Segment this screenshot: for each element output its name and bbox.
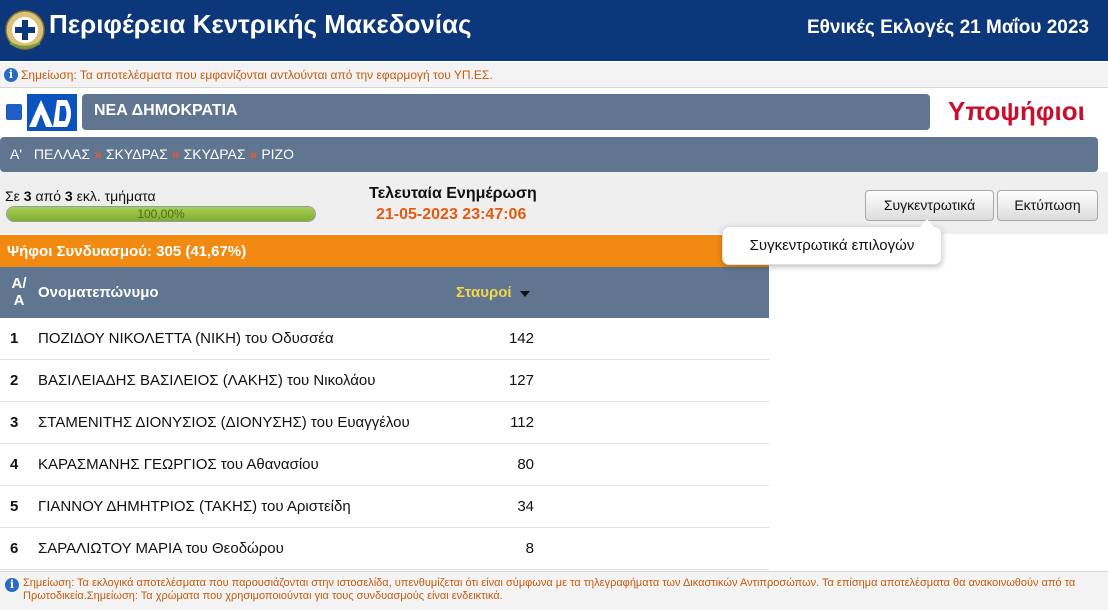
total-stations: 3 <box>64 188 73 204</box>
candidate-votes: 80 <box>517 456 534 473</box>
candidates-table: 1 ΠΟΖΙΔΟΥ ΝΙΚΟΛΕΤΤΑ (ΝΙΚΗ) του Οδυσσέα 1… <box>0 318 769 570</box>
table-row: 3 ΣΤΑΜΕΝΙΤΗΣ ΔΙΟΝΥΣΙΟΣ (ΔΙΟΝΥΣΗΣ) του Ευ… <box>0 402 769 444</box>
legal-notice: i Σημείωση: Τα εκλογικά αποτελέσματα που… <box>0 571 1108 610</box>
breadcrumb-separator: » <box>94 146 102 162</box>
candidate-name: ΣΑΡΑΛΙΩΤΟΥ ΜΑΡΙΑ του Θεοδώρου <box>38 540 284 557</box>
sort-desc-icon[interactable] <box>520 291 530 297</box>
breadcrumb-separator: » <box>249 146 258 162</box>
candidate-votes: 127 <box>508 372 534 389</box>
candidate-name: ΚΑΡΑΣΜΑΝΗΣ ΓΕΩΡΓΙΟΣ του Αθανασίου <box>38 456 319 473</box>
print-button[interactable]: Εκτύπωση <box>997 190 1098 221</box>
candidate-name: ΒΑΣΙΛΕΙΑΔΗΣ ΒΑΣΙΛΕΙΟΣ (ΛΑΚΗΣ) του Νικολά… <box>38 372 376 389</box>
breadcrumb: Α' ΠΕΛΛΑΣ» ΣΚΥΔΡΑΣ» ΣΚΥΔΡΑΣ» ΡΙΖΟ <box>0 137 1098 172</box>
party-logo-icon <box>27 94 77 131</box>
row-number: 4 <box>10 456 19 473</box>
candidate-votes: 34 <box>517 498 534 515</box>
counting-prefix: Σε <box>5 188 20 204</box>
counting-of: από <box>35 188 62 204</box>
candidate-name: ΠΟΖΙΔΟΥ ΝΙΚΟΛΕΤΤΑ (ΝΙΚΗ) του Οδυσσέα <box>38 330 334 347</box>
candidate-name: ΓΙΑΝΝΟΥ ΔΗΜΗΤΡΙΟΣ (ΤΑΚΗΣ) του Αριστείδη <box>38 498 351 515</box>
counting-suffix: εκλ. τμήματα <box>76 188 156 204</box>
table-row: 2 ΒΑΣΙΛΕΙΑΔΗΣ ΒΑΣΙΛΕΙΟΣ (ΛΑΚΗΣ) του Νικο… <box>0 360 769 402</box>
site-header: Περιφέρεια Κεντρικής Μακεδονίας Εθνικές … <box>0 0 1108 61</box>
candidate-name: ΣΤΑΜΕΝΙΤΗΣ ΔΙΟΝΥΣΙΟΣ (ΔΙΟΝΥΣΗΣ) του Ευαγ… <box>38 414 410 431</box>
counting-progress-bar: 100,00% <box>6 206 316 222</box>
counted-stations: 3 <box>23 188 32 204</box>
breadcrumb-separator: » <box>171 146 180 162</box>
progress-label: 100,00% <box>137 207 185 221</box>
row-number: 6 <box>10 540 19 557</box>
legal-notice-text: Σημείωση: Τα εκλογικά αποτελέσματα που π… <box>23 577 1076 602</box>
tooltip-arrow <box>920 219 934 227</box>
column-header-name: Ονοματεπώνυμο <box>38 284 159 301</box>
region-title: Περιφέρεια Κεντρικής Μακεδονίας <box>49 9 472 39</box>
last-update-label: Τελευταία Ενημέρωση <box>369 185 537 202</box>
table-row: 1 ΠΟΖΙΔΟΥ ΝΙΚΟΛΕΤΤΑ (ΝΙΚΗ) του Οδυσσέα 1… <box>0 318 769 360</box>
party-banner: ΝΕΑ ΔΗΜΟΚΡΑΤΙΑ <box>82 94 930 130</box>
candidate-votes: 142 <box>508 330 534 347</box>
summary-button[interactable]: Συγκεντρωτικά <box>865 190 994 221</box>
combination-votes-bar: Ψήφοι Συνδυασμού: 305 (41,67%) <box>0 235 769 267</box>
row-number: 3 <box>10 414 19 431</box>
row-number: 1 <box>10 330 19 347</box>
info-icon: i <box>5 578 19 592</box>
candidate-votes: 112 <box>510 414 534 431</box>
table-row: 4 ΚΑΡΑΣΜΑΝΗΣ ΓΕΩΡΓΙΟΣ του Αθανασίου 80 <box>0 444 769 486</box>
combination-votes: Ψήφοι Συνδυασμού: 305 (41,67%) <box>7 243 247 260</box>
table-row: 5 ΓΙΑΝΝΟΥ ΔΗΜΗΤΡΙΟΣ (ΤΑΚΗΣ) του Αριστείδ… <box>0 486 769 528</box>
row-number: 2 <box>10 372 19 389</box>
notice-text: Σημείωση: Τα αποτελέσματα που εμφανίζοντ… <box>21 68 493 82</box>
row-number: 5 <box>10 498 19 515</box>
breadcrumb-unit[interactable]: ΣΚΥΔΡΑΣ <box>184 146 246 162</box>
counting-status: Σε 3 από 3 εκλ. τμήματα <box>5 188 156 204</box>
breadcrumb-community: ΡΙΖΟ <box>261 146 294 162</box>
party-color-checkbox[interactable] <box>6 104 22 120</box>
coat-of-arms-icon <box>5 10 45 50</box>
breadcrumb-district[interactable]: Α' <box>10 146 22 162</box>
table-row: 6 ΣΑΡΑΛΙΩΤΟΥ ΜΑΡΙΑ του Θεοδώρου 8 <box>0 528 769 570</box>
last-update-time: 21-05-2023 23:47:06 <box>376 206 527 223</box>
column-header-number: Α/Α <box>11 275 27 309</box>
breadcrumb-municipality[interactable]: ΣΚΥΔΡΑΣ <box>106 146 168 162</box>
page-title: Υποψήφιοι <box>948 96 1085 126</box>
summary-tooltip: Συγκεντρωτικά επιλογών <box>722 226 942 265</box>
breadcrumb-prefecture[interactable]: ΠΕΛΛΑΣ <box>34 146 90 162</box>
results-source-notice: i Σημείωση: Τα αποτελέσματα που εμφανίζο… <box>0 62 1108 88</box>
candidate-votes: 8 <box>525 540 534 557</box>
party-name: ΝΕΑ ΔΗΜΟΚΡΑΤΙΑ <box>94 102 238 119</box>
table-header: Α/Α Ονοματεπώνυμο Σταυροί <box>0 267 769 318</box>
election-title: Εθνικές Εκλογές 21 Μαΐου 2023 <box>806 17 1089 38</box>
info-icon: i <box>4 68 18 82</box>
column-header-votes[interactable]: Σταυροί <box>456 284 512 301</box>
